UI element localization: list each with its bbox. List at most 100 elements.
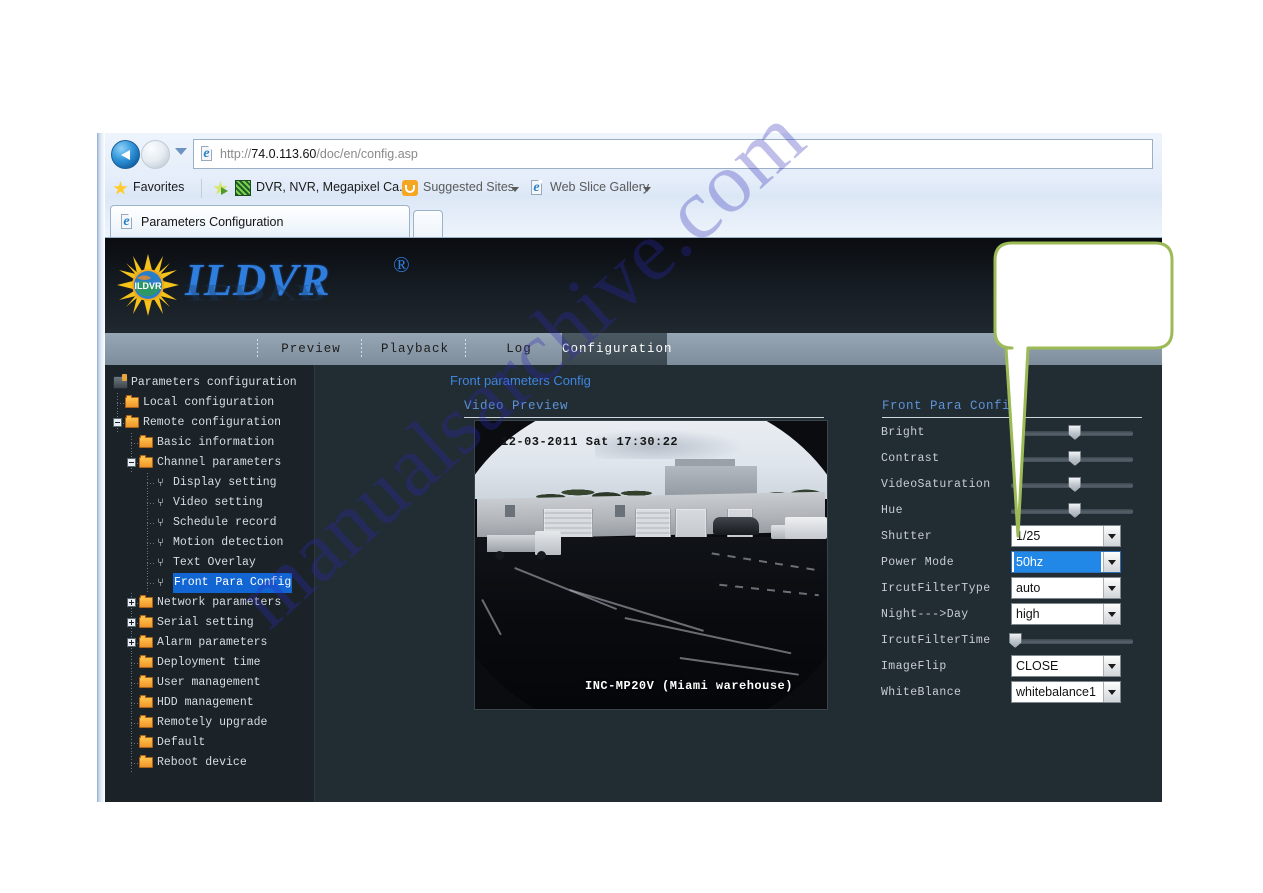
- nav-tab-playback[interactable]: Playback: [365, 333, 465, 365]
- slider-thumb-ircutfiltertime[interactable]: [1008, 633, 1022, 648]
- form-row-ircutfiltertime: IrcutFilterTime: [881, 628, 1151, 654]
- video-window: [505, 505, 515, 517]
- sidebar-item-label: User management: [157, 676, 261, 689]
- new-tab-button[interactable]: [413, 210, 443, 238]
- sidebar-item-alarm-parameters[interactable]: Alarm parameters: [113, 633, 318, 653]
- sidebar-item-label: Local configuration: [143, 396, 275, 409]
- tree-guide-line: [131, 723, 138, 724]
- page-title: Front parameters Config: [450, 373, 591, 388]
- logo-reflection: ILDVR: [185, 280, 326, 306]
- suggested-sites-button[interactable]: Suggested Sites: [423, 180, 514, 194]
- sidebar-item-label: Video setting: [173, 496, 263, 509]
- sidebar-item-hdd-management[interactable]: HDD management: [113, 693, 318, 713]
- sidebar-item-schedule-record[interactable]: ⑂ Schedule record: [113, 513, 318, 533]
- browser-tab-parameters-configuration[interactable]: e Parameters Configuration: [110, 205, 410, 238]
- address-input[interactable]: e http://74.0.113.60/doc/en/config.asp: [193, 139, 1153, 169]
- sidebar-item-parameters-configuration[interactable]: Parameters configuration: [113, 373, 318, 393]
- sidebar-item-video-setting[interactable]: ⑂ Video setting: [113, 493, 318, 513]
- video-osd-camera-name: INC-MP20V (Miami warehouse): [585, 679, 793, 693]
- sidebar-item-label: Display setting: [173, 476, 277, 489]
- sidebar-item-label: Deployment time: [157, 656, 261, 669]
- select-night-day[interactable]: high: [1011, 603, 1121, 625]
- tree-guide-line: [131, 763, 138, 764]
- form-row-night-day: Night--->Day high: [881, 602, 1151, 628]
- video-preview-pane[interactable]: 12-03-2011 Sat 17:30:22 INC-MP20V (Miami…: [474, 420, 828, 710]
- sidebar-item-motion-detection[interactable]: ⑂ Motion detection: [113, 533, 318, 553]
- sidebar-item-label: Remotely upgrade: [157, 716, 268, 729]
- form-row-whiteblance: WhiteBlance whitebalance1: [881, 680, 1151, 706]
- sidebar-item-deployment-time[interactable]: Deployment time: [113, 653, 318, 673]
- chevron-down-icon[interactable]: [1103, 604, 1120, 624]
- tree-expand-icon[interactable]: [127, 598, 136, 607]
- sidebar-item-display-setting[interactable]: ⑂ Display setting: [113, 473, 318, 493]
- tree-expand-icon[interactable]: [127, 638, 136, 647]
- web-slice-icon: e: [529, 180, 545, 196]
- select-ircutfiltertype[interactable]: auto: [1011, 577, 1121, 599]
- tree-guide-line: [117, 403, 124, 404]
- select-value-night-day: high: [1016, 607, 1040, 621]
- tree-guide-line: [147, 503, 154, 504]
- label-ircutfiltertime: IrcutFilterTime: [881, 634, 991, 647]
- address-bar-row: e http://74.0.113.60/doc/en/config.asp: [105, 133, 1162, 175]
- back-button[interactable]: [111, 140, 140, 169]
- select-imageflip[interactable]: CLOSE: [1011, 655, 1121, 677]
- sidebar-item-reboot-device[interactable]: Reboot device: [113, 753, 318, 773]
- favorites-bar: Favorites DVR, NVR, Megapixel Ca... Sugg…: [105, 175, 1162, 203]
- label-imageflip: ImageFlip: [881, 660, 947, 673]
- nav-divider: [257, 339, 258, 359]
- registered-mark-icon: ®: [393, 252, 410, 277]
- sidebar-item-label: Alarm parameters: [157, 636, 268, 649]
- sidebar-item-local-configuration[interactable]: Local configuration: [113, 393, 318, 413]
- folder-icon: [139, 615, 153, 628]
- video-lot-dashes: [711, 552, 821, 572]
- sidebar-item-front-para-config[interactable]: ⑂ Front Para Config: [113, 573, 318, 593]
- tree-guide-line: [147, 563, 154, 564]
- sidebar-item-label: Parameters configuration: [131, 376, 297, 389]
- folder-icon: [125, 395, 139, 408]
- sidebar-item-label: Schedule record: [173, 516, 277, 529]
- select-value-whiteblance: whitebalance1: [1016, 685, 1096, 699]
- chevron-down-icon[interactable]: [1103, 656, 1120, 676]
- forward-button[interactable]: [141, 140, 170, 169]
- sidebar-item-label: Network parameters: [157, 596, 282, 609]
- chevron-down-icon[interactable]: [643, 187, 651, 192]
- sidebar-item-default[interactable]: Default: [113, 733, 318, 753]
- video-lot-stripe: [569, 589, 704, 632]
- sidebar-item-label: Text Overlay: [173, 556, 256, 569]
- tree-guide-line: [147, 583, 154, 584]
- chevron-down-icon[interactable]: [1103, 682, 1120, 702]
- favorites-button[interactable]: Favorites: [133, 180, 184, 194]
- history-dropdown-icon[interactable]: [175, 148, 187, 155]
- sidebar-item-user-management[interactable]: User management: [113, 673, 318, 693]
- nav-tab-preview[interactable]: Preview: [261, 333, 361, 365]
- video-parked-van: [785, 517, 827, 539]
- ildvr-sun-logo-icon: ILDVR: [117, 254, 179, 316]
- window-left-edge: [97, 133, 105, 802]
- sidebar-item-channel-parameters[interactable]: Channel parameters: [113, 453, 318, 473]
- slider-ircutfiltertime[interactable]: [1008, 633, 1133, 648]
- tree-collapse-icon[interactable]: [113, 418, 122, 427]
- select-value-ircutfiltertype: auto: [1016, 581, 1041, 595]
- chevron-down-icon[interactable]: [511, 187, 519, 192]
- favorite-link-dvr[interactable]: DVR, NVR, Megapixel Ca...: [256, 180, 410, 194]
- sidebar-item-network-parameters[interactable]: Network parameters: [113, 593, 318, 613]
- web-slice-gallery-button[interactable]: Web Slice Gallery: [550, 180, 649, 194]
- video-osd-timestamp: 12-03-2011 Sat 17:30:22: [501, 435, 679, 449]
- sidebar-item-remotely-upgrade[interactable]: Remotely upgrade: [113, 713, 318, 733]
- add-to-favorites-arrow-icon[interactable]: [221, 187, 228, 195]
- url-protocol: http://: [220, 147, 252, 161]
- nav-tab-log[interactable]: Log: [469, 333, 569, 365]
- tree-collapse-icon[interactable]: [127, 458, 136, 467]
- wrench-icon: ⑂: [157, 576, 164, 589]
- sidebar-item-basic-information[interactable]: Basic information: [113, 433, 318, 453]
- sidebar-item-serial-setting[interactable]: Serial setting: [113, 613, 318, 633]
- chevron-down-icon[interactable]: [1103, 578, 1120, 598]
- sidebar-item-remote-configuration[interactable]: Remote configuration: [113, 413, 318, 433]
- select-whiteblance[interactable]: whitebalance1: [1011, 681, 1121, 703]
- form-row-ircutfiltertype: IrcutFilterType auto: [881, 576, 1151, 602]
- folder-icon: [139, 755, 153, 768]
- tree-guide-line: [131, 703, 138, 704]
- nav-tab-configuration[interactable]: Configuration: [562, 333, 672, 365]
- sidebar-item-text-overlay[interactable]: ⑂ Text Overlay: [113, 553, 318, 573]
- tree-expand-icon[interactable]: [127, 618, 136, 627]
